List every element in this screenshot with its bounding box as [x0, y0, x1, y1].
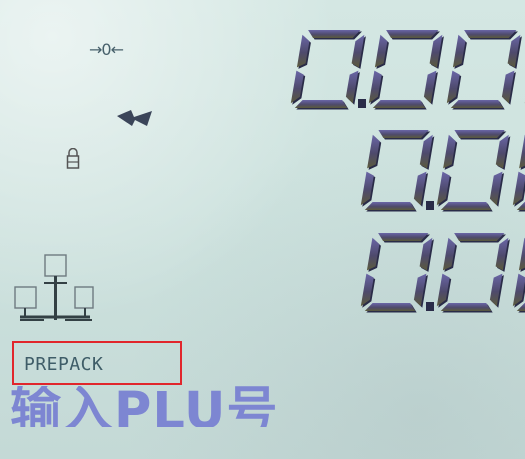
segment-d [294, 100, 348, 108]
decimal-point [426, 201, 434, 210]
segment-f [443, 134, 456, 169]
segment-a [378, 233, 429, 241]
segment-f [518, 237, 525, 271]
segment-d [440, 303, 492, 311]
segment-a [464, 30, 517, 38]
readout-row-1 [290, 30, 525, 110]
segment-d [450, 100, 504, 108]
segment-f [296, 34, 310, 68]
segment-f [519, 134, 525, 169]
decimal-point [426, 302, 434, 311]
segment-f [366, 237, 380, 271]
decimal-point [358, 99, 366, 108]
segment-f [452, 34, 466, 68]
segment-d [372, 100, 426, 108]
segment-f [442, 237, 456, 271]
prepack-status-label: PREPACK [24, 354, 104, 375]
segment-d [364, 202, 416, 210]
segment-a [386, 30, 439, 38]
segment-a [454, 130, 505, 138]
segment-d [440, 202, 492, 210]
segment-a [454, 233, 505, 241]
segment-f [374, 34, 388, 68]
segment-a [378, 130, 429, 138]
segment-f [367, 134, 380, 169]
readout-row-3 [360, 233, 525, 313]
readout-row-2 [360, 130, 525, 212]
segment-d [364, 303, 416, 311]
lcd-display: →0← PREPACK 输入PLU号 [0, 0, 525, 459]
segment-a [308, 30, 361, 38]
